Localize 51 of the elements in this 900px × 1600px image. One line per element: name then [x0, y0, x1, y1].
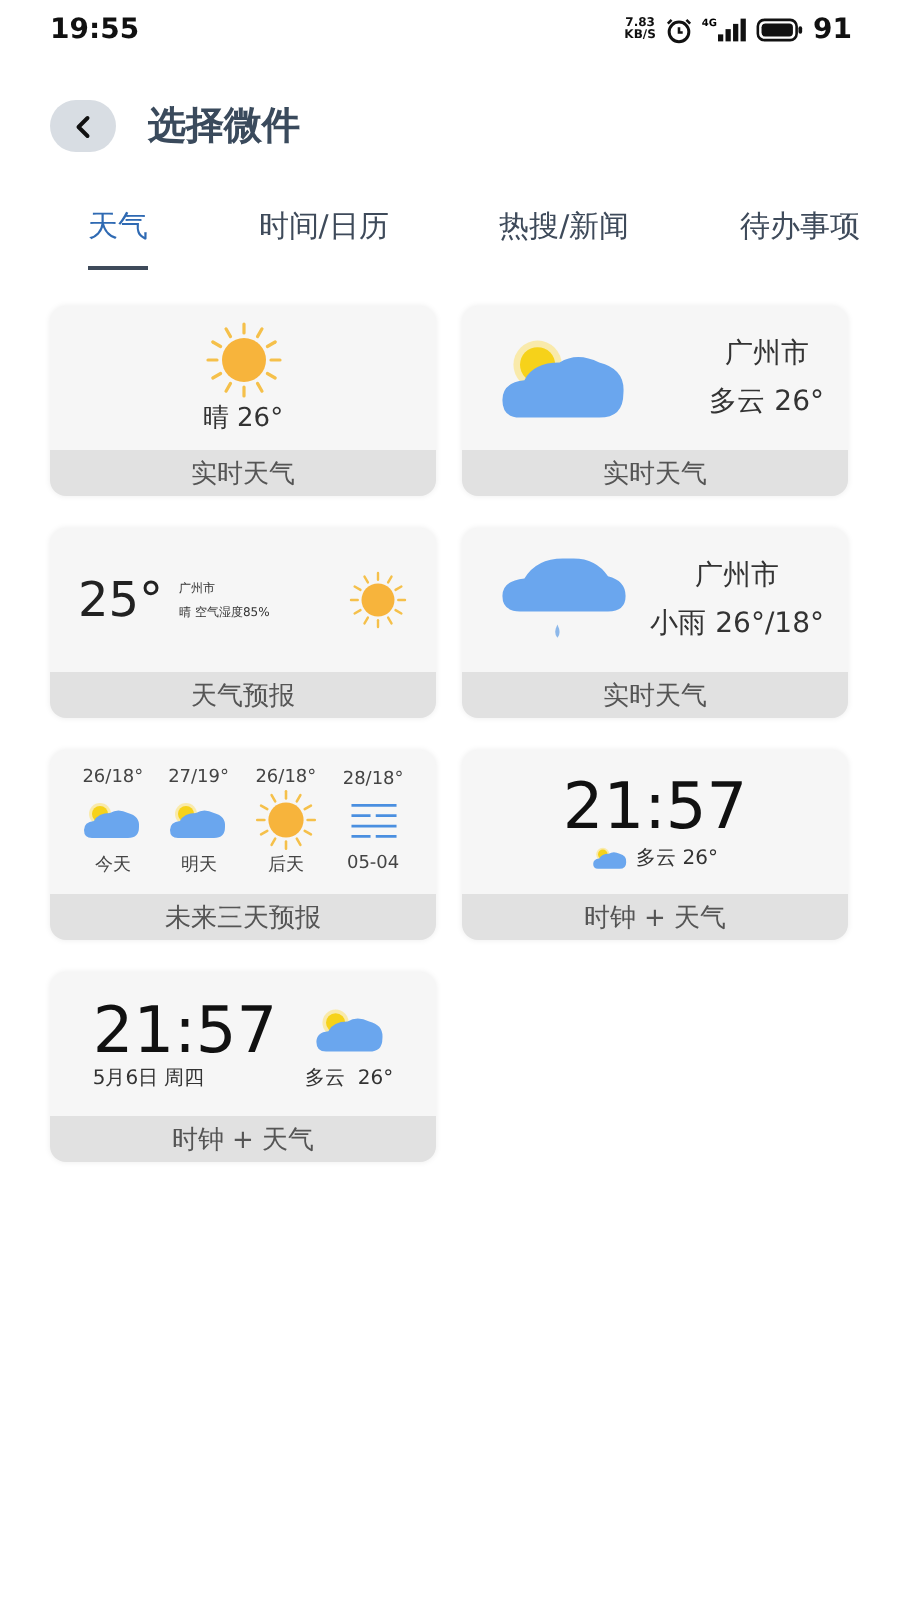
- widget-card[interactable]: 21:57 5月6日 周四 多云 26° 时钟 + 天气: [50, 972, 436, 1162]
- weather-condition: 多云 26°: [709, 384, 824, 420]
- back-button[interactable]: [50, 100, 116, 152]
- tab[interactable]: 天气: [88, 196, 148, 270]
- day-label: 今天: [94, 853, 131, 877]
- signal-icon: [717, 18, 746, 42]
- day-temperature: 28/18°: [342, 770, 404, 790]
- battery-icon: [755, 18, 804, 42]
- alarm-icon: [665, 17, 692, 43]
- sun-icon: [203, 320, 283, 400]
- weather-condition: 多云 26°: [636, 846, 718, 872]
- widget-card[interactable]: 21:57 多云 26° 时钟 + 天气: [462, 750, 848, 940]
- partly-cloudy-icon: [313, 1006, 386, 1054]
- clock-time: 19:55: [50, 14, 140, 46]
- city-name: 广州市: [695, 558, 780, 594]
- partly-cloudy-icon: [592, 846, 629, 870]
- clock-time: 21:57: [562, 772, 748, 840]
- widget-card[interactable]: 26/18° 今天 27/19° 明天 26/18° 后天 28/18° 05-04 未来三天预报: [50, 750, 436, 940]
- widget-label: 未来三天预报: [50, 894, 436, 940]
- widget-card[interactable]: 广州市 小雨 26°/18° 实时天气: [462, 528, 848, 718]
- city-name: 广州市: [724, 336, 809, 372]
- widget-label: 实时天气: [462, 450, 848, 496]
- widget-label: 时钟 + 天气: [50, 1116, 436, 1162]
- page-title: 选择微件: [148, 102, 300, 152]
- day-label: 05-04: [346, 854, 400, 874]
- sun-icon: [253, 787, 318, 851]
- day-temperature: 26/18°: [82, 767, 144, 787]
- widget-card[interactable]: 晴 26° 实时天气: [50, 306, 436, 496]
- partly-cloudy-icon: [82, 799, 143, 839]
- tab[interactable]: 时间/日历: [258, 196, 389, 270]
- widget-label: 实时天气: [50, 450, 436, 496]
- widget-label: 时钟 + 天气: [462, 894, 848, 940]
- clock-time: 21:57: [92, 996, 278, 1064]
- day-label: 明天: [180, 853, 217, 877]
- day-label: 后天: [267, 853, 304, 877]
- back-icon: [74, 113, 92, 139]
- partly-cloudy-icon: [168, 799, 229, 839]
- day-temperature: 27/19°: [168, 767, 229, 787]
- sun-icon: [348, 570, 408, 630]
- widget-card[interactable]: 广州市 多云 26° 实时天气: [462, 306, 848, 496]
- battery-percent: 91: [813, 14, 852, 46]
- temperature: 25°: [78, 572, 164, 628]
- widget-label: 实时天气: [462, 672, 848, 718]
- tab[interactable]: 热搜/新闻: [499, 196, 630, 270]
- date-label: 5月6日 周四: [92, 1066, 207, 1092]
- widget-label: 天气预报: [50, 672, 436, 718]
- day-temperature: 26/18°: [255, 767, 317, 787]
- weather-condition: 晴 26°: [202, 402, 284, 436]
- weather-condition: 小雨 26°/18°: [650, 606, 824, 642]
- weather-condition: 多云 26°: [305, 1066, 394, 1092]
- tab[interactable]: 待办事项: [739, 196, 860, 270]
